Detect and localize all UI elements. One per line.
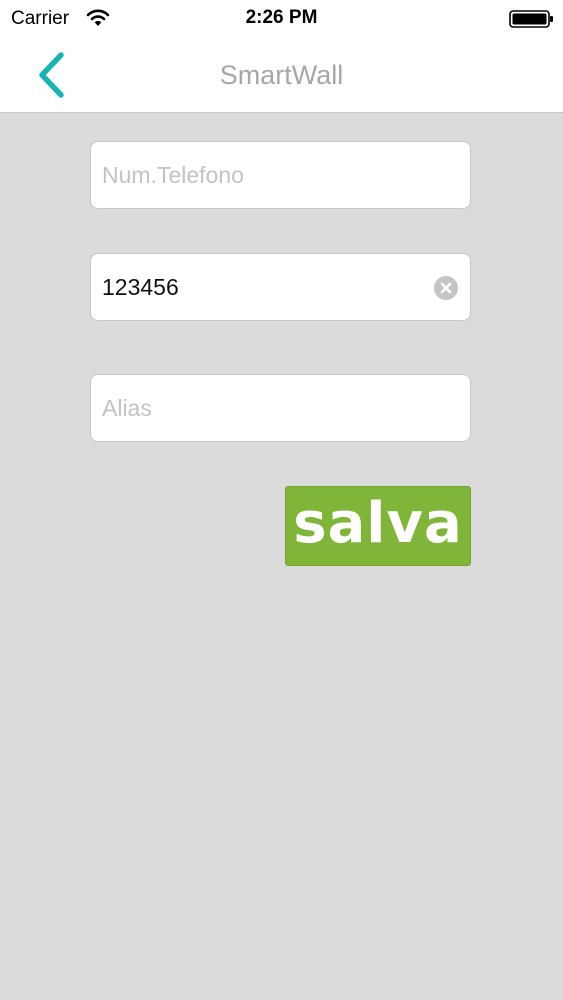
- phone-field[interactable]: [90, 141, 471, 209]
- clear-icon: [434, 276, 458, 300]
- clear-button[interactable]: [434, 276, 458, 300]
- code-field[interactable]: [90, 253, 471, 321]
- navigation-bar: SmartWall: [0, 38, 563, 113]
- phone-number-input[interactable]: [91, 142, 470, 208]
- alias-input[interactable]: [91, 375, 470, 441]
- status-bar: Carrier 2:26 PM: [0, 0, 563, 38]
- save-button[interactable]: salva: [285, 486, 471, 566]
- battery-icon: [509, 10, 554, 28]
- code-input[interactable]: [91, 254, 470, 320]
- alias-field[interactable]: [90, 374, 471, 442]
- status-time: 2:26 PM: [245, 7, 318, 28]
- page-title: SmartWall: [219, 60, 344, 90]
